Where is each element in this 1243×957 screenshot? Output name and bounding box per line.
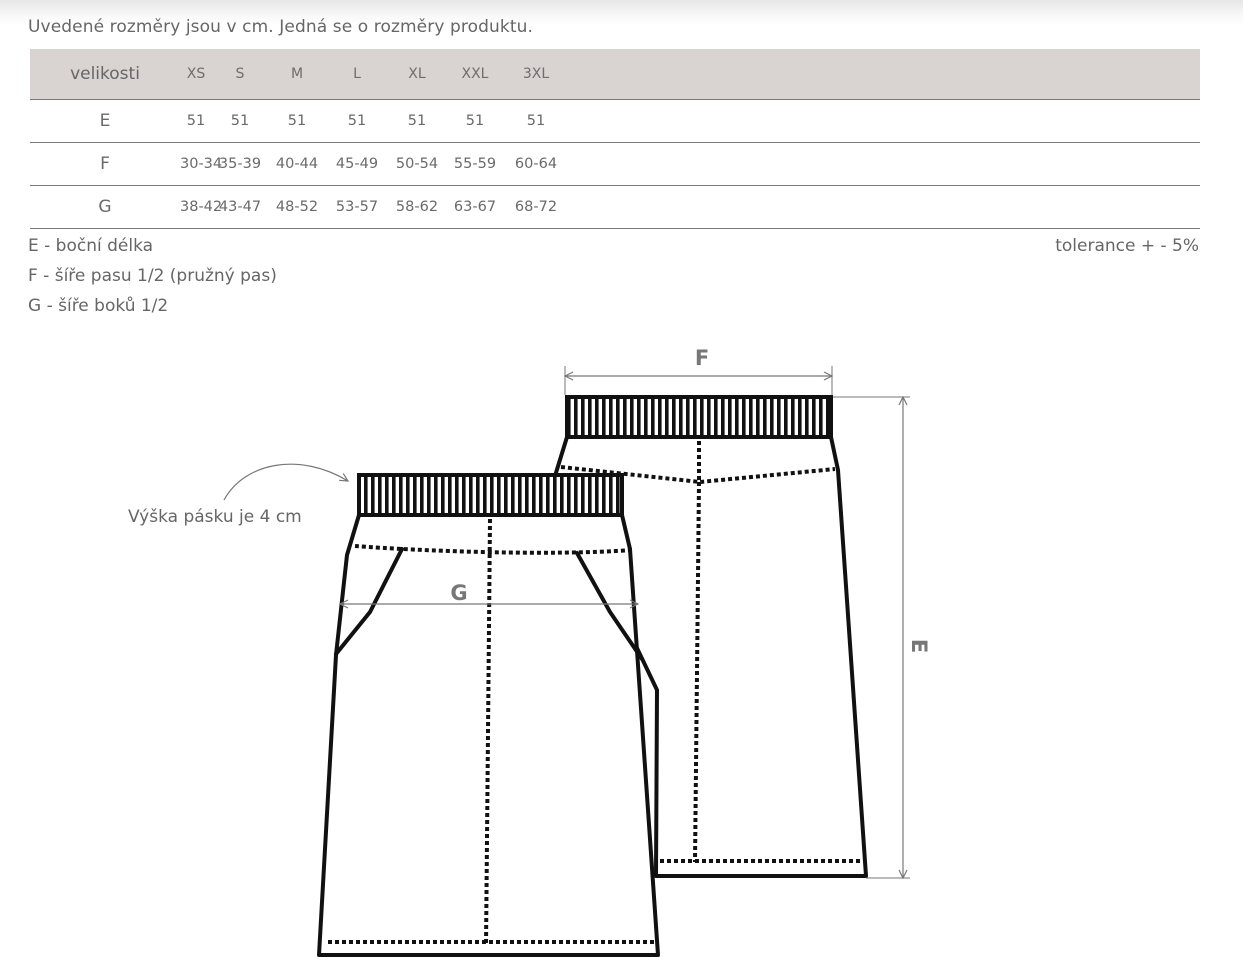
back-waistband: [565, 395, 833, 439]
belt-note-pointer: [223, 463, 348, 501]
dimension-label-g: G: [450, 581, 467, 605]
dimension-label-f: F: [695, 346, 709, 370]
belt-height-note: Výška pásku je 4 cm: [128, 507, 302, 527]
dimension-label-e: E: [907, 639, 931, 653]
front-waistband: [357, 473, 624, 517]
skirt-front-view: [317, 473, 660, 957]
skirt-diagram: F G E Výška pásku je 4 cm: [128, 346, 931, 957]
